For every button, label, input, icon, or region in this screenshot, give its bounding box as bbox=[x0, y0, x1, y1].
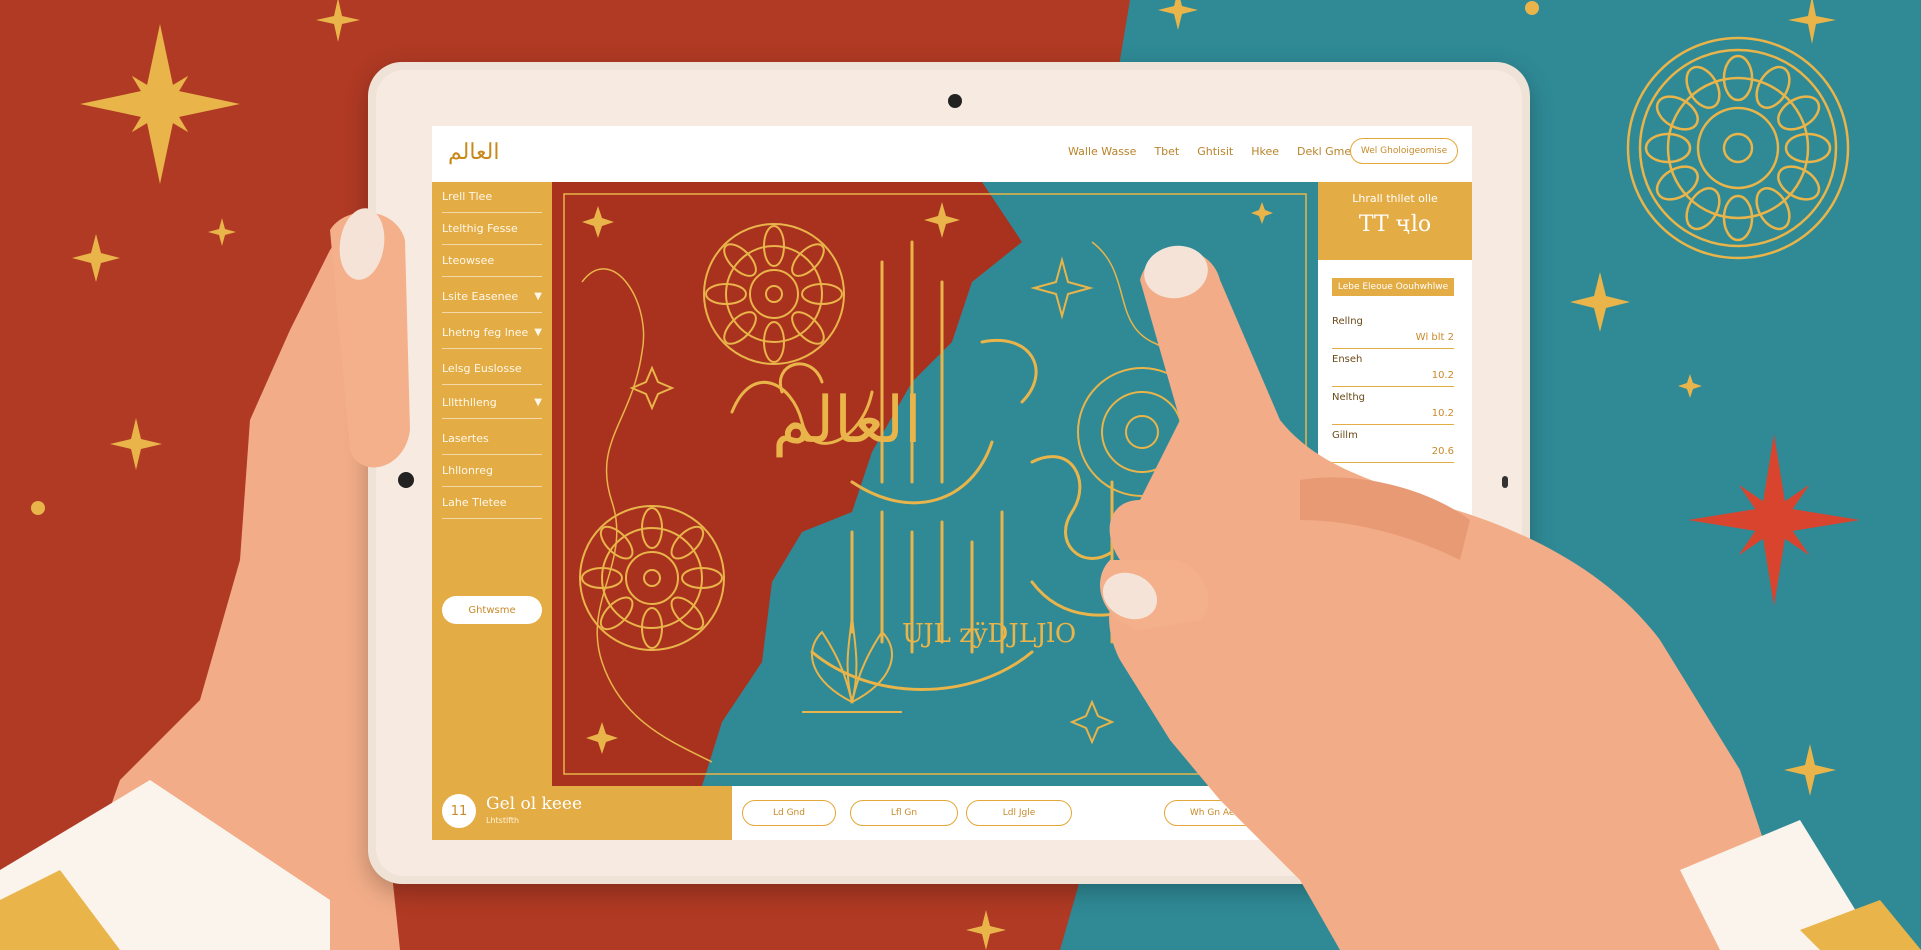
sidebar-item[interactable]: Llltthlleng ▼ bbox=[442, 388, 542, 419]
info-row-label: Rellng bbox=[1332, 316, 1363, 327]
tablet-bezel: العالم Walle Wasse Tbet Ghtisit Hkee Dek… bbox=[376, 70, 1522, 876]
info-row-value: 10.2 bbox=[1431, 408, 1454, 419]
avatar[interactable]: 11 bbox=[442, 794, 476, 828]
footer-profile: 11 Gel ol keee Lhtstlfth bbox=[432, 786, 732, 840]
profile-name: Gel ol keee bbox=[486, 794, 583, 814]
app-header: العالم Walle Wasse Tbet Ghtisit Hkee Dek… bbox=[432, 126, 1472, 183]
main-artwork: العالم UJL zÿDJLJlO bbox=[552, 182, 1318, 786]
info-panel-header: Lhrall thllet olle TT ҷlo bbox=[1318, 182, 1472, 260]
sidebar-item[interactable]: Lhllonreg bbox=[442, 456, 542, 487]
side-sensor bbox=[398, 472, 414, 488]
nav-item[interactable]: Tbet bbox=[1154, 145, 1179, 158]
sidebar-item-label: Llltthlleng bbox=[442, 396, 497, 409]
nav-item[interactable]: Hkee bbox=[1251, 145, 1279, 158]
sidebar-item[interactable]: Lahe Tletee bbox=[442, 488, 542, 519]
nav-item[interactable]: Walle Wasse bbox=[1068, 145, 1136, 158]
chevron-down-icon: ▼ bbox=[534, 397, 542, 408]
info-row: Gillm 20.6 bbox=[1332, 428, 1454, 463]
art-calligraphy-text: العالم bbox=[772, 384, 922, 458]
sidebar-item[interactable]: Lasertes bbox=[442, 424, 542, 455]
sidebar-item-label: Ltelthig Fesse bbox=[442, 222, 518, 235]
info-panel: Lhrall thllet olle TT ҷlo Lebe Eleoue Oo… bbox=[1318, 182, 1472, 482]
tablet-device: العالم Walle Wasse Tbet Ghtisit Hkee Dek… bbox=[368, 62, 1530, 884]
info-row-value: 10.2 bbox=[1431, 370, 1454, 381]
sidebar-item[interactable]: Lelsg Euslosse bbox=[442, 354, 542, 385]
sidebar-item[interactable]: Lsite Easenee ▼ bbox=[442, 282, 542, 313]
sidebar-item-label: Lahe Tletee bbox=[442, 496, 507, 509]
top-nav: Walle Wasse Tbet Ghtisit Hkee Dekl Gme bbox=[1068, 145, 1351, 158]
sidebar-item-label: Lrell Tlee bbox=[442, 190, 493, 203]
profile-subtitle: Lhtstlfth bbox=[486, 816, 520, 825]
info-row: Enseh 10.2 bbox=[1332, 352, 1454, 387]
nav-item[interactable]: Ghtisit bbox=[1197, 145, 1233, 158]
nav-item[interactable]: Dekl Gme bbox=[1297, 145, 1351, 158]
footer-pill-button[interactable]: Wh Gn Aen bbox=[1164, 800, 1266, 826]
info-panel-subtitle: Lhrall thllet olle bbox=[1352, 192, 1438, 205]
footer-actions: Ld Gnd Lfl Gn Ldl Jgle Wh Gn Aen bbox=[732, 786, 1472, 840]
info-row-value: 20.6 bbox=[1431, 446, 1454, 457]
app-logo[interactable]: العالم bbox=[448, 140, 499, 165]
footer-pill-button[interactable]: Ldl Jgle bbox=[966, 800, 1072, 826]
sidebar-item-label: Lelsg Euslosse bbox=[442, 362, 522, 375]
sidebar-item-label: Lteowsee bbox=[442, 254, 495, 267]
side-button[interactable] bbox=[1502, 476, 1508, 488]
sidebar-item[interactable]: Lhetng feg lnee ▼ bbox=[442, 318, 542, 349]
footer-pill-button[interactable]: Ld Gnd bbox=[742, 800, 836, 826]
sidebar-item-label: Lasertes bbox=[442, 432, 489, 445]
chevron-down-icon: ▼ bbox=[534, 327, 542, 338]
sidebar-item[interactable]: Lteowsee bbox=[442, 246, 542, 277]
sidebar-item-label: Lhetng feg lnee bbox=[442, 326, 529, 339]
info-row-value: Wl blt 2 bbox=[1415, 332, 1454, 343]
front-camera bbox=[948, 94, 962, 108]
gold-dot bbox=[1525, 1, 1539, 15]
footer-pill-button[interactable]: Lfl Gn bbox=[850, 800, 958, 826]
sidebar-item-label: Lsite Easenee bbox=[442, 290, 519, 303]
art-caption: UJL zÿDJLJlO bbox=[902, 619, 1076, 649]
info-row-label: Nelthg bbox=[1332, 392, 1366, 403]
info-panel-value: TT ҷlo bbox=[1358, 212, 1432, 237]
gold-dot bbox=[31, 501, 45, 515]
sidebar-item[interactable]: Ltelthig Fesse bbox=[442, 214, 542, 245]
sidebar-item[interactable]: Lrell Tlee bbox=[442, 182, 542, 213]
info-row: Nelthg 10.2 bbox=[1332, 390, 1454, 425]
info-row: Rellng Wl blt 2 bbox=[1332, 314, 1454, 349]
tablet-screen: العالم Walle Wasse Tbet Ghtisit Hkee Dek… bbox=[432, 126, 1472, 840]
info-row-label: Enseh bbox=[1332, 354, 1363, 365]
header-cta-button[interactable]: Wel Gholoigeomise bbox=[1350, 138, 1458, 164]
sidebar: Lrell Tlee Ltelthig Fesse Lteowsee Lsite… bbox=[432, 182, 552, 786]
info-panel-button[interactable]: Lebe Eleoue Oouhwhlwe bbox=[1332, 278, 1454, 296]
sidebar-action-button[interactable]: Ghtwsme bbox=[442, 596, 542, 624]
sidebar-item-label: Lhllonreg bbox=[442, 464, 493, 477]
chevron-down-icon: ▼ bbox=[534, 291, 542, 302]
info-row-label: Gillm bbox=[1332, 430, 1358, 441]
